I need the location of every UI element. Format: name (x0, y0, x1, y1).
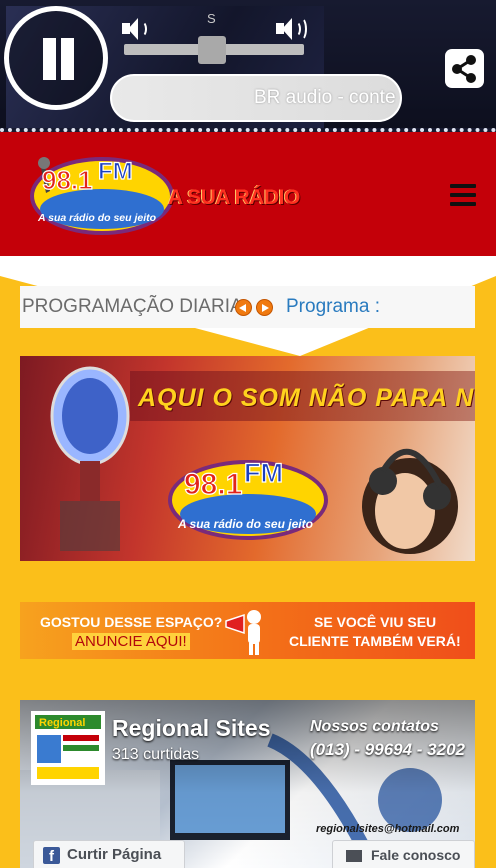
program-link[interactable]: Programa : (286, 296, 380, 318)
svg-text:A sua rádio do seu jeito: A sua rádio do seu jeito (37, 212, 157, 224)
ad-left-line1: GOSTOU DESSE ESPAÇO? (40, 614, 223, 630)
schedule-title: PROGRAMAÇÃO DIARIA (22, 296, 243, 317)
promo-banner[interactable]: AQUI O SOM NÃO PARA NUNCA 98.1 FM A sua … (20, 356, 475, 561)
share-icon (452, 55, 476, 83)
site-slogan: A SUA RÁDIO (168, 186, 300, 209)
ad-left-line2: ANUNCIE AQUI! (72, 633, 190, 650)
ad-right-line2: CLIENTE TAMBÉM VERÁ! (289, 633, 461, 649)
envelope-icon (346, 850, 362, 862)
daily-schedule-bar: PROGRAMAÇÃO DIARIA Programa : (20, 286, 475, 328)
svg-text:FM: FM (244, 458, 283, 488)
radio-logo[interactable]: 98.1 FM A sua rádio do seu jeito (24, 151, 174, 237)
contact-email: regionalsites@hotmail.com (316, 823, 460, 835)
volume-high-icon[interactable] (276, 16, 307, 42)
contact-phone: (013) - 99694 - 3202 (310, 740, 465, 759)
svg-text:FM: FM (98, 158, 133, 185)
svg-text:A sua rádio do seu jeito: A sua rádio do seu jeito (177, 517, 313, 531)
svg-text:98.1: 98.1 (42, 165, 93, 195)
microphone-image (50, 366, 130, 551)
hamburger-menu-icon[interactable] (450, 184, 476, 206)
facebook-icon: f (43, 847, 60, 865)
banner-headline: AQUI O SOM NÃO PARA NUNCA (138, 384, 475, 412)
page-profile-picture[interactable]: Regional (31, 711, 105, 785)
previous-arrow-icon[interactable] (235, 299, 252, 316)
pause-button[interactable] (4, 6, 108, 110)
page-like-count: 313 curtidas (112, 746, 200, 763)
site-header: 98.1 FM A sua rádio do seu jeito A SUA R… (0, 132, 496, 256)
audio-player: S BR audio - conte (0, 0, 496, 132)
now-playing-text: BR audio - conte (254, 87, 396, 108)
main-content: PROGRAMAÇÃO DIARIA Programa : AQUI O SOM… (0, 256, 496, 868)
svg-text:Regional: Regional (39, 717, 85, 729)
contact-us-button[interactable]: Fale conosco (332, 840, 475, 868)
contacts-title: Nossos contatos (310, 718, 439, 735)
svg-text:98.1: 98.1 (184, 468, 242, 501)
next-arrow-icon[interactable] (256, 299, 273, 316)
banner-radio-logo: 98.1 FM A sua rádio do seu jeito (168, 457, 328, 540)
like-page-button[interactable]: f Curtir Página (33, 840, 185, 868)
share-button[interactable] (445, 49, 484, 88)
now-playing-display: BR audio - conte (110, 74, 402, 122)
facebook-page-widget[interactable]: Regional Regional Sites 313 curtidas Nos… (20, 700, 475, 868)
woman-with-headphones-image (362, 448, 458, 554)
advertise-banner[interactable]: GOSTOU DESSE ESPAÇO? ANUNCIE AQUI! SE VO… (20, 602, 475, 659)
ad-right-line1: SE VOCÊ VIU SEU (314, 614, 437, 630)
page-name-link[interactable]: Regional Sites (112, 715, 270, 742)
megaphone-person-icon (225, 610, 261, 655)
pause-icon (43, 38, 56, 80)
volume-low-icon[interactable] (122, 16, 150, 42)
volume-slider-handle[interactable] (198, 36, 226, 64)
volume-mark: S (207, 11, 216, 26)
